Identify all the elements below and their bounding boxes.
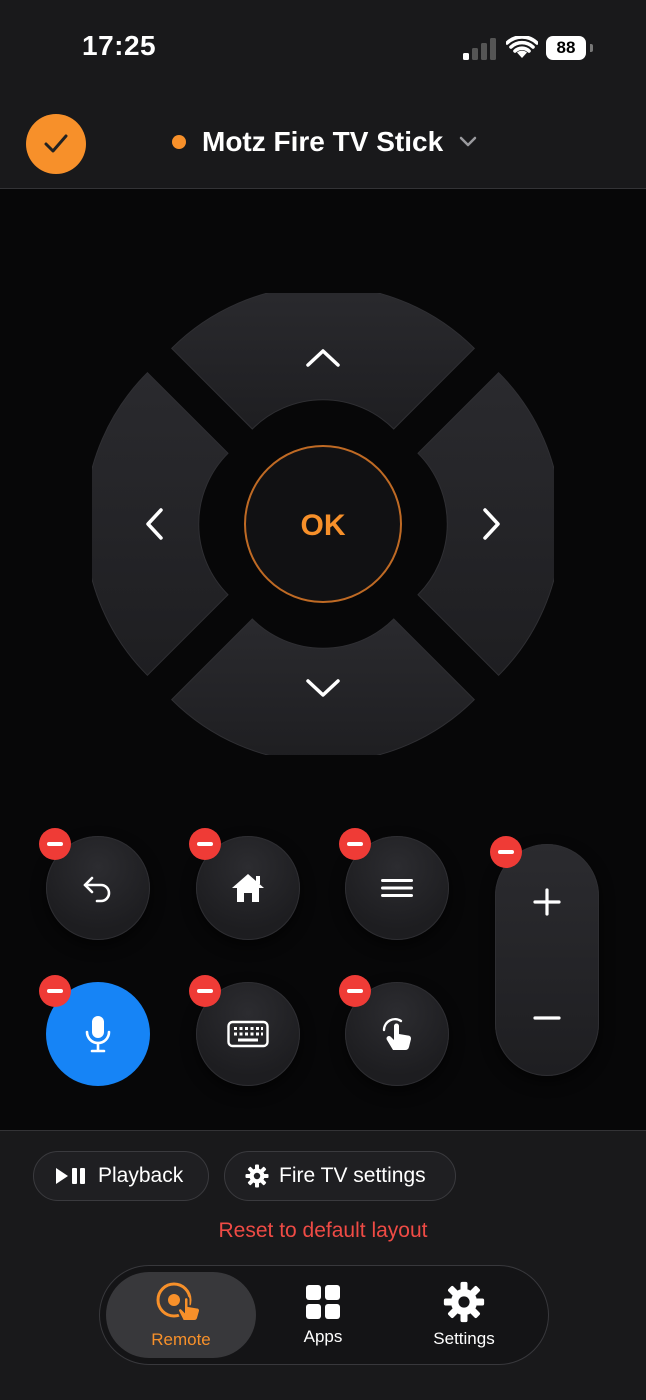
microphone-icon xyxy=(85,1016,111,1053)
play-pause-icon xyxy=(54,1166,88,1186)
remove-keyboard-button[interactable] xyxy=(189,975,221,1007)
tab-remote-label: Remote xyxy=(151,1330,211,1349)
remote-control-area: OK xyxy=(0,189,646,1130)
tab-bar: Remote Apps Settings xyxy=(99,1265,549,1365)
remove-back-button[interactable] xyxy=(39,828,71,860)
plus-icon xyxy=(533,888,561,916)
remote-icon xyxy=(156,1282,201,1322)
cellular-signal-icon xyxy=(463,38,496,60)
remove-touchpad-button[interactable] xyxy=(339,975,371,1007)
tap-gesture-icon xyxy=(382,1018,412,1051)
done-editing-button[interactable] xyxy=(26,114,86,174)
gear-icon xyxy=(443,1281,485,1323)
remove-home-button[interactable] xyxy=(189,828,221,860)
ok-label: OK xyxy=(301,509,346,542)
dpad: OK xyxy=(92,293,554,755)
battery-icon: 88 xyxy=(546,36,593,60)
gear-icon xyxy=(245,1164,269,1188)
header: Motz Fire TV Stick xyxy=(0,96,646,189)
battery-level: 88 xyxy=(546,36,586,60)
connection-status-dot xyxy=(172,135,186,149)
wifi-icon xyxy=(506,36,538,58)
checkmark-icon xyxy=(44,134,68,153)
tab-settings[interactable]: Settings xyxy=(389,1272,539,1358)
volume-rocker xyxy=(495,844,599,1076)
back-arrow-icon xyxy=(83,876,111,903)
status-bar: 17:25 88 xyxy=(0,0,646,96)
dpad-left-button[interactable] xyxy=(92,371,229,677)
keyboard-icon xyxy=(227,1020,269,1048)
playback-label: Playback xyxy=(98,1164,184,1187)
bottom-panel: Playback Fire TV settings Reset to defau… xyxy=(0,1130,646,1400)
device-selector[interactable]: Motz Fire TV Stick xyxy=(172,122,477,162)
dpad-right-button[interactable] xyxy=(417,371,554,677)
remove-microphone-button[interactable] xyxy=(39,975,71,1007)
reset-layout-link[interactable]: Reset to default layout xyxy=(0,1219,646,1243)
dpad-down-button[interactable] xyxy=(170,618,476,755)
remove-volume-button[interactable] xyxy=(490,836,522,868)
home-icon xyxy=(232,874,264,902)
tab-remote[interactable]: Remote xyxy=(106,1272,256,1358)
volume-down-button[interactable] xyxy=(495,960,599,1076)
device-name: Motz Fire TV Stick xyxy=(202,126,444,157)
apps-grid-icon xyxy=(306,1285,340,1319)
remove-menu-button[interactable] xyxy=(339,828,371,860)
playback-shortcut-button[interactable]: Playback xyxy=(33,1151,209,1201)
tab-apps[interactable]: Apps xyxy=(248,1272,398,1358)
dpad-up-button[interactable] xyxy=(170,293,476,430)
remote-screen: 17:25 88 Motz Fire TV Stick OK Playback … xyxy=(0,0,646,1400)
minus-icon xyxy=(533,1016,561,1020)
chevron-down-icon xyxy=(459,136,477,147)
status-time: 17:25 xyxy=(82,30,157,61)
ok-button[interactable]: OK xyxy=(244,445,402,603)
menu-icon xyxy=(381,879,413,897)
tab-settings-label: Settings xyxy=(433,1329,495,1348)
fire-tv-settings-shortcut-button[interactable]: Fire TV settings xyxy=(224,1151,456,1201)
tab-apps-label: Apps xyxy=(303,1327,343,1346)
fire-tv-settings-label: Fire TV settings xyxy=(279,1164,426,1187)
